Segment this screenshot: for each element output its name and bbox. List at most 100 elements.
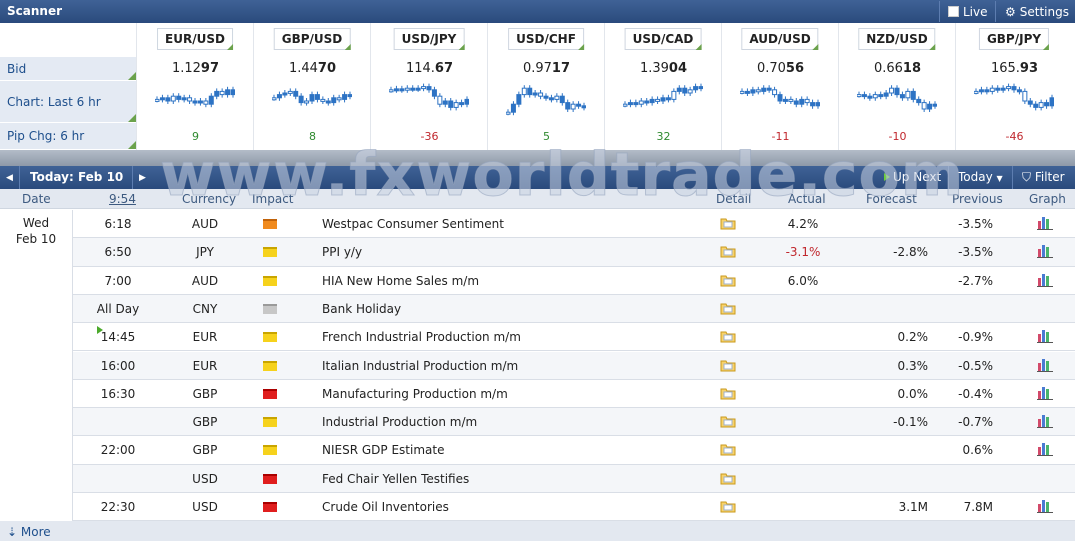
folder-icon[interactable] [720, 499, 736, 513]
folder-icon[interactable] [720, 442, 736, 456]
quote-symbol[interactable]: AUD/USD [741, 28, 820, 50]
bar-chart-icon[interactable] [1037, 215, 1053, 230]
bar-chart-icon[interactable] [1037, 413, 1053, 429]
event-currency: GBP [192, 386, 218, 401]
quote-symbol[interactable]: USD/CAD [624, 28, 702, 50]
quote-symbol[interactable]: NZD/USD [858, 28, 937, 50]
candle-body [682, 87, 688, 94]
prev-day-button[interactable]: ◀ [0, 166, 20, 189]
table-row[interactable]: 14:45 EUR French Industrial Production m/m… [73, 323, 1075, 352]
impact-icon [263, 502, 277, 512]
filter-label: Filter [1034, 170, 1065, 184]
event-title[interactable]: NIESR GDP Estimate [322, 443, 444, 457]
table-row[interactable]: USD Fed Chair Yellen Testifies [73, 464, 1075, 493]
quote-symbol[interactable]: EUR/USD [157, 28, 233, 50]
candle-body [554, 95, 560, 100]
more-link[interactable]: ⇣ More [0, 521, 1075, 541]
table-row[interactable]: 22:30 USD Crude Oil Inventories 3.1M 7.8M [73, 493, 1075, 522]
candle-body [459, 102, 465, 106]
folder-icon[interactable] [720, 329, 736, 343]
next-day-button[interactable]: ▶ [132, 166, 152, 189]
bar-chart-icon[interactable] [1037, 498, 1053, 513]
candle-body [293, 90, 299, 97]
bar-chart-icon[interactable] [1037, 272, 1053, 287]
candle-body [687, 89, 693, 94]
settings-button[interactable]: ⚙ Settings [995, 1, 1073, 22]
candle-body [671, 90, 677, 100]
bar-chart-icon[interactable] [1037, 243, 1053, 259]
quote-symbol[interactable]: GBP/USD [273, 28, 351, 50]
bar-chart-icon[interactable] [1037, 357, 1053, 372]
folder-icon[interactable] [720, 471, 736, 485]
row-label-bid: Bid [0, 57, 136, 81]
scanner-row-labels: Bid Chart: Last 6 hr Pip Chg: 6 hr [0, 23, 136, 150]
quote-symbol[interactable]: USD/CHF [508, 28, 584, 50]
filter-button[interactable]: ⛉ Filter [1012, 166, 1075, 189]
table-row[interactable]: 7:00 AUD HIA New Home Sales m/m 6.0% -2.7% [73, 267, 1075, 295]
candle-body [464, 98, 469, 105]
event-forecast: -0.1% [893, 415, 928, 430]
candle-body [932, 103, 937, 107]
live-checkbox[interactable] [948, 6, 959, 17]
candle-body [192, 100, 198, 104]
live-toggle[interactable]: Live [939, 1, 994, 22]
quote-symbol[interactable]: USD/JPY [393, 28, 465, 50]
up-next-button[interactable]: Up Next [884, 170, 941, 184]
table-row[interactable]: All Day CNY Bank Holiday [73, 294, 1075, 324]
col-previous: Previous [952, 192, 1003, 206]
quote-symbol[interactable]: GBP/JPY [978, 28, 1050, 50]
event-title[interactable]: HIA New Home Sales m/m [322, 274, 479, 288]
sparkline-chart [155, 86, 235, 108]
event-title[interactable]: French Industrial Production m/m [322, 330, 521, 344]
event-previous: -0.9% [958, 330, 993, 345]
table-row[interactable]: GBP Industrial Production m/m -0.1% -0.7% [73, 408, 1075, 437]
bid-pips: 67 [434, 61, 454, 76]
candle-body [804, 98, 810, 104]
candle-body [325, 100, 331, 104]
folder-icon[interactable] [720, 358, 736, 372]
candle-body [320, 98, 326, 102]
sparkline-chart [272, 88, 352, 106]
folder-icon[interactable] [720, 216, 736, 230]
settings-label: Settings [1019, 4, 1069, 19]
today-dropdown[interactable]: Today ▼ [948, 166, 1012, 189]
candle-body [978, 89, 984, 93]
bar-chart-icon[interactable] [1037, 385, 1053, 400]
day-cell: Wed Feb 10 [0, 210, 73, 521]
table-row[interactable]: 6:18 AUD Westpac Consumer Sentiment 4.2% -3.… [73, 210, 1075, 239]
candle-body [905, 90, 911, 99]
table-row[interactable]: 16:00 EUR Italian Industrial Production m/… [73, 351, 1075, 380]
event-title[interactable]: Fed Chair Yellen Testifies [322, 472, 469, 486]
bar-chart-icon[interactable] [1037, 441, 1053, 457]
event-time: 22:30 [100, 500, 136, 514]
table-row[interactable]: 22:00 GBP NIESR GDP Estimate 0.6% [73, 436, 1075, 465]
quote-column: GBP/JPY 165.93 -46 [955, 23, 1072, 150]
event-previous: 7.8M [963, 500, 993, 514]
col-time[interactable]: 9:54 [109, 192, 136, 206]
event-title[interactable]: Italian Industrial Production m/m [322, 359, 518, 373]
folder-icon[interactable] [720, 414, 736, 428]
event-title[interactable]: Westpac Consumer Sentiment [322, 217, 504, 231]
quote-bid: 0.7056 [722, 61, 839, 76]
candle-body [927, 103, 933, 110]
pip-change: 32 [656, 130, 671, 143]
bar-chart-icon[interactable] [1037, 328, 1053, 344]
event-title[interactable]: Industrial Production m/m [322, 415, 477, 429]
folder-icon[interactable] [720, 273, 736, 287]
bid-pips: 04 [668, 61, 688, 76]
event-title[interactable]: PPI y/y [322, 245, 362, 259]
quote-column: USD/CHF 0.9717 5 [487, 23, 604, 150]
event-title[interactable]: Crude Oil Inventories [322, 500, 449, 514]
table-row[interactable]: 16:30 GBP Manufacturing Production m/m 0.0%… [73, 380, 1075, 409]
bid-pips: 97 [200, 61, 220, 76]
event-title[interactable]: Manufacturing Production m/m [322, 387, 508, 401]
event-title[interactable]: Bank Holiday [322, 302, 401, 316]
calendar-date[interactable]: Today: Feb 10 [30, 170, 123, 184]
folder-icon[interactable] [720, 386, 736, 400]
calendar-table-header: Date 9:54 Currency Impact Detail Actual … [0, 189, 1075, 209]
folder-icon[interactable] [720, 301, 736, 315]
event-forecast: 0.2% [897, 330, 929, 345]
table-row[interactable]: 6:50 JPY PPI y/y -3.1% -2.8% -3.5% [73, 238, 1075, 267]
pip-change: -11 [771, 130, 790, 143]
folder-icon[interactable] [720, 244, 736, 258]
